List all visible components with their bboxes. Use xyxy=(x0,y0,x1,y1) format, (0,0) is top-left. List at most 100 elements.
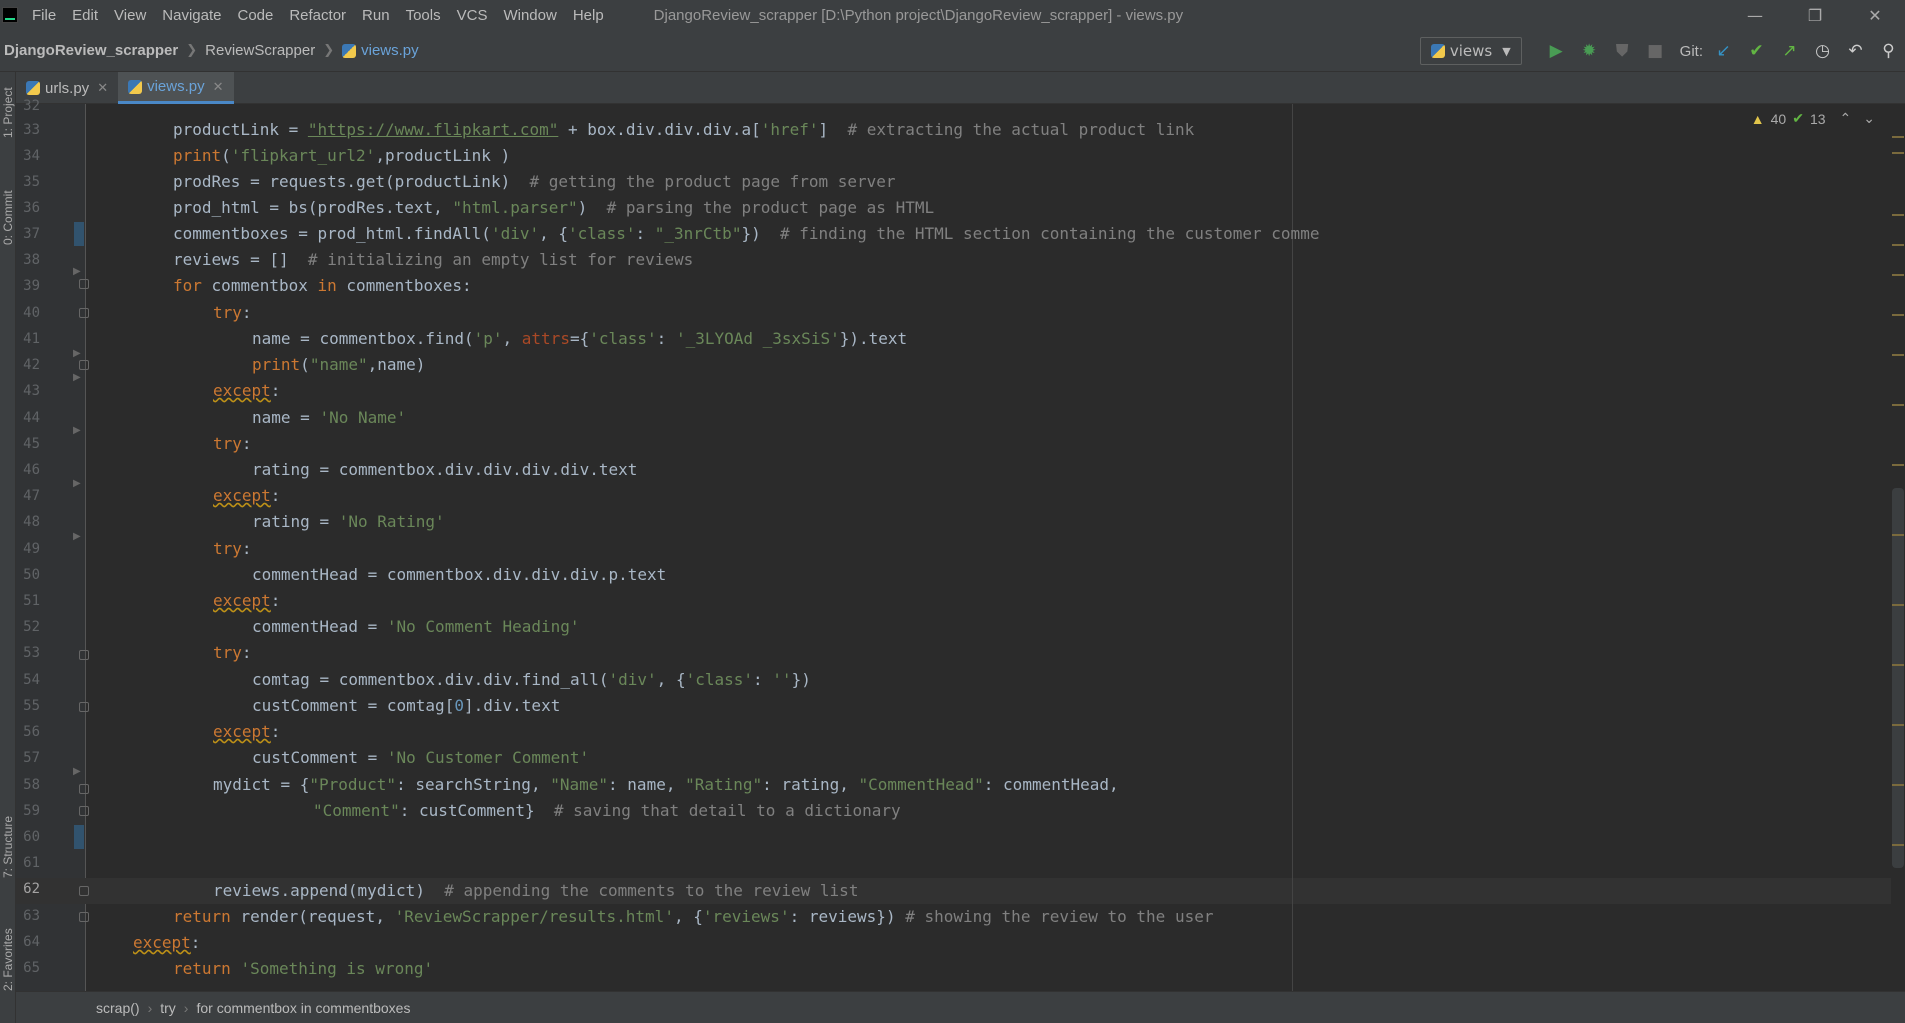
code-line[interactable]: commentHead = commentbox.div.div.div.p.t… xyxy=(252,562,666,588)
close-window-button[interactable]: ✕ xyxy=(1845,0,1905,30)
code-line[interactable]: print('flipkart_url2',productLink ) xyxy=(173,143,510,169)
error-stripe-marker[interactable] xyxy=(1892,464,1904,466)
menu-code[interactable]: Code xyxy=(237,7,273,24)
code-line[interactable]: try: xyxy=(213,431,252,457)
fold-marker-icon[interactable] xyxy=(79,279,89,289)
error-stripe-marker[interactable] xyxy=(1892,354,1904,356)
restore-button[interactable]: ❐ xyxy=(1785,0,1845,30)
scrollbar-thumb[interactable] xyxy=(1892,488,1904,868)
code-line[interactable]: name = 'No Name' xyxy=(252,405,406,431)
code-line[interactable]: except: xyxy=(213,378,280,404)
error-stripe-marker[interactable] xyxy=(1892,152,1904,154)
fold-marker-icon[interactable] xyxy=(79,702,89,712)
menu-tools[interactable]: Tools xyxy=(406,7,441,24)
fold-marker-icon[interactable] xyxy=(79,806,89,816)
code-line[interactable]: print("name",name) xyxy=(252,352,425,378)
breadcrumb-try[interactable]: try xyxy=(160,1000,176,1016)
menu-refactor[interactable]: Refactor xyxy=(289,7,346,24)
code-line[interactable]: return render(request, 'ReviewScrapper/r… xyxy=(173,904,1213,930)
code-line[interactable]: prodRes = requests.get(productLink) # ge… xyxy=(173,169,896,195)
menu-run[interactable]: Run xyxy=(362,7,390,24)
error-stripe-marker[interactable] xyxy=(1892,724,1904,726)
close-tab-icon[interactable]: ✕ xyxy=(97,80,108,96)
fold-marker-icon[interactable] xyxy=(79,912,89,922)
error-stripe-marker[interactable] xyxy=(1892,314,1904,316)
stop-icon[interactable]: ■ xyxy=(1639,30,1672,72)
error-stripe-marker[interactable] xyxy=(1892,404,1904,406)
menu-vcs[interactable]: VCS xyxy=(457,7,488,24)
inspection-widget[interactable]: ▲ 40 ✔ 13 ⌃ ⌄ xyxy=(1745,110,1875,127)
code-line[interactable]: productLink = "https://www.flipkart.com"… xyxy=(173,117,1194,143)
fold-marker-icon[interactable] xyxy=(79,784,89,794)
favorites-tool-tab[interactable]: 2: Favorites xyxy=(0,910,16,1010)
chevron-down-icon[interactable]: ⌄ xyxy=(1863,110,1875,127)
search-icon[interactable]: ⚲ xyxy=(1872,30,1905,72)
code-line[interactable]: except: xyxy=(133,930,200,956)
structure-tool-tab[interactable]: 7: Structure xyxy=(0,802,16,892)
commit-tool-tab[interactable]: 0: Commit xyxy=(0,176,16,260)
code-line[interactable]: commentboxes = prod_html.findAll('div', … xyxy=(173,221,1319,247)
git-push-icon[interactable]: ↗ xyxy=(1773,30,1806,72)
fold-marker-icon[interactable] xyxy=(79,886,89,896)
code-line[interactable]: custComment = comtag[0].div.text xyxy=(252,693,560,719)
menu-navigate[interactable]: Navigate xyxy=(162,7,221,24)
git-update-icon[interactable]: ↙ xyxy=(1707,30,1740,72)
menu-help[interactable]: Help xyxy=(573,7,604,24)
code-line[interactable]: rating = commentbox.div.div.div.div.text xyxy=(252,457,637,483)
code-line[interactable]: return 'Something is wrong' xyxy=(173,956,433,982)
error-stripe-marker[interactable] xyxy=(1892,244,1904,246)
breadcrumb-project[interactable]: DjangoReview_scrapper xyxy=(4,42,178,59)
error-stripe-marker[interactable] xyxy=(1892,534,1904,536)
menu-file[interactable]: File xyxy=(32,7,56,24)
code-line[interactable]: custComment = 'No Customer Comment' xyxy=(252,745,589,771)
code-line[interactable]: except: xyxy=(213,588,280,614)
code-line[interactable]: commentHead = 'No Comment Heading' xyxy=(252,614,580,640)
git-commit-icon[interactable]: ✔ xyxy=(1740,30,1773,72)
error-stripe-marker[interactable] xyxy=(1892,136,1904,138)
code-line[interactable]: comtag = commentbox.div.div.find_all('di… xyxy=(252,667,811,693)
breadcrumb-for-loop[interactable]: for commentbox in commentboxes xyxy=(196,1000,410,1016)
error-stripe-marker[interactable] xyxy=(1892,274,1904,276)
chevron-up-icon[interactable]: ⌃ xyxy=(1840,110,1852,127)
menu-edit[interactable]: Edit xyxy=(72,7,98,24)
close-tab-icon[interactable]: ✕ xyxy=(213,79,224,95)
error-stripe-marker[interactable] xyxy=(1892,604,1904,606)
editor-scrollbar[interactable] xyxy=(1891,104,1905,991)
fold-marker-icon[interactable] xyxy=(79,308,89,318)
code-line[interactable]: try: xyxy=(213,300,252,326)
dropdown-caret-icon: ▼ xyxy=(1502,44,1511,58)
breadcrumb-file[interactable]: views.py xyxy=(361,42,419,59)
fold-marker-icon[interactable] xyxy=(79,650,89,660)
code-line[interactable]: try: xyxy=(213,640,252,666)
code-line[interactable]: try: xyxy=(213,536,252,562)
debug-icon[interactable]: ✹ xyxy=(1573,30,1606,72)
coverage-icon[interactable]: ⛊ xyxy=(1606,30,1639,72)
error-stripe-marker[interactable] xyxy=(1892,664,1904,666)
history-icon[interactable]: ◷ xyxy=(1806,30,1839,72)
menu-view[interactable]: View xyxy=(114,7,146,24)
code-line[interactable]: reviews = [] # initializing an empty lis… xyxy=(173,247,693,273)
code-line[interactable]: except: xyxy=(213,719,280,745)
breadcrumb-folder[interactable]: ReviewScrapper xyxy=(205,42,315,59)
breadcrumb-function[interactable]: scrap() xyxy=(96,1000,140,1016)
code-line[interactable]: rating = 'No Rating' xyxy=(252,509,445,535)
run-icon[interactable]: ▶ xyxy=(1540,30,1573,72)
rollback-icon[interactable]: ↶ xyxy=(1839,30,1872,72)
code-line-current[interactable]: reviews.append(mydict) # appending the c… xyxy=(213,878,858,904)
code-line[interactable]: for commentbox in commentboxes: xyxy=(173,273,472,299)
error-stripe-marker[interactable] xyxy=(1892,214,1904,216)
code-line[interactable]: except: xyxy=(213,483,280,509)
code-line[interactable]: prod_html = bs(prodRes.text, "html.parse… xyxy=(173,195,934,221)
code-line[interactable]: "Comment": custComment} # saving that de… xyxy=(313,798,901,824)
tab-views-py[interactable]: views.py ✕ xyxy=(118,72,234,104)
run-configuration-select[interactable]: views ▼ xyxy=(1419,37,1522,65)
error-stripe-marker[interactable] xyxy=(1892,784,1904,786)
minimize-button[interactable]: — xyxy=(1725,0,1785,30)
line-number: 58 xyxy=(23,777,40,793)
project-tool-tab[interactable]: 1: Project xyxy=(0,78,16,148)
code-line[interactable]: mydict = {"Product": searchString, "Name… xyxy=(213,772,1119,798)
menu-window[interactable]: Window xyxy=(503,7,556,24)
error-stripe-marker[interactable] xyxy=(1892,844,1904,846)
code-line[interactable]: name = commentbox.find('p', attrs={'clas… xyxy=(252,326,907,352)
fold-marker-icon[interactable] xyxy=(79,360,89,370)
